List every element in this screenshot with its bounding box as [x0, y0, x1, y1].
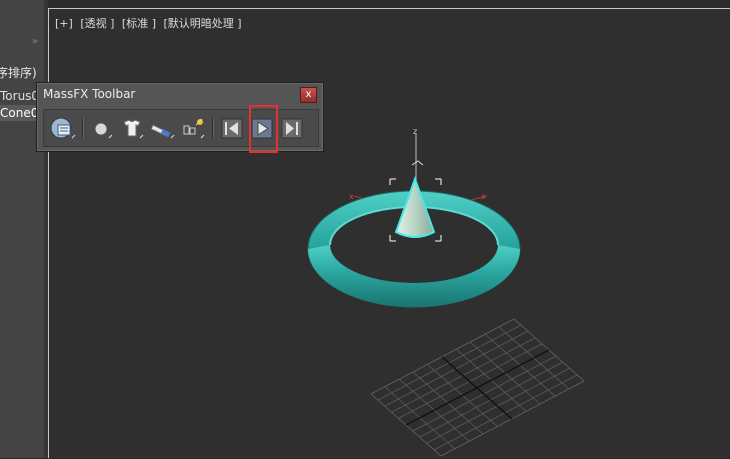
home-grid [370, 318, 585, 457]
toolbar-divider [212, 118, 214, 138]
sort-header[interactable]: 序排序) [0, 64, 37, 81]
toolbar-divider [82, 118, 84, 138]
cloth-icon[interactable] [118, 114, 148, 142]
scene-explorer-panel: » 序排序) Torus0 Cone0 [0, 0, 45, 458]
axis-x-label-left: x [349, 192, 354, 201]
particle-icon[interactable] [178, 114, 208, 142]
toolbar-title[interactable]: MassFX Toolbar [43, 87, 135, 101]
explorer-icon[interactable] [48, 114, 78, 142]
perspective-viewport[interactable]: [+] [透视 ] [标准 ] [默认明暗处理 ] z x x [48, 8, 730, 458]
axis-z-label: z [413, 127, 417, 136]
rigid-body-icon[interactable] [88, 114, 118, 142]
axis-x-label-right: x [481, 192, 486, 201]
reset-simulation-icon[interactable] [218, 114, 248, 142]
close-button[interactable]: x [300, 87, 317, 103]
scene-canvas[interactable]: z x x [49, 9, 730, 459]
constraint-icon[interactable] [148, 114, 178, 142]
massfx-toolbar[interactable]: MassFX Toolbar x [36, 82, 324, 152]
step-simulation-icon[interactable] [278, 114, 308, 142]
double-chevron-right-icon[interactable]: » [32, 36, 38, 47]
highlight-box [249, 105, 278, 153]
